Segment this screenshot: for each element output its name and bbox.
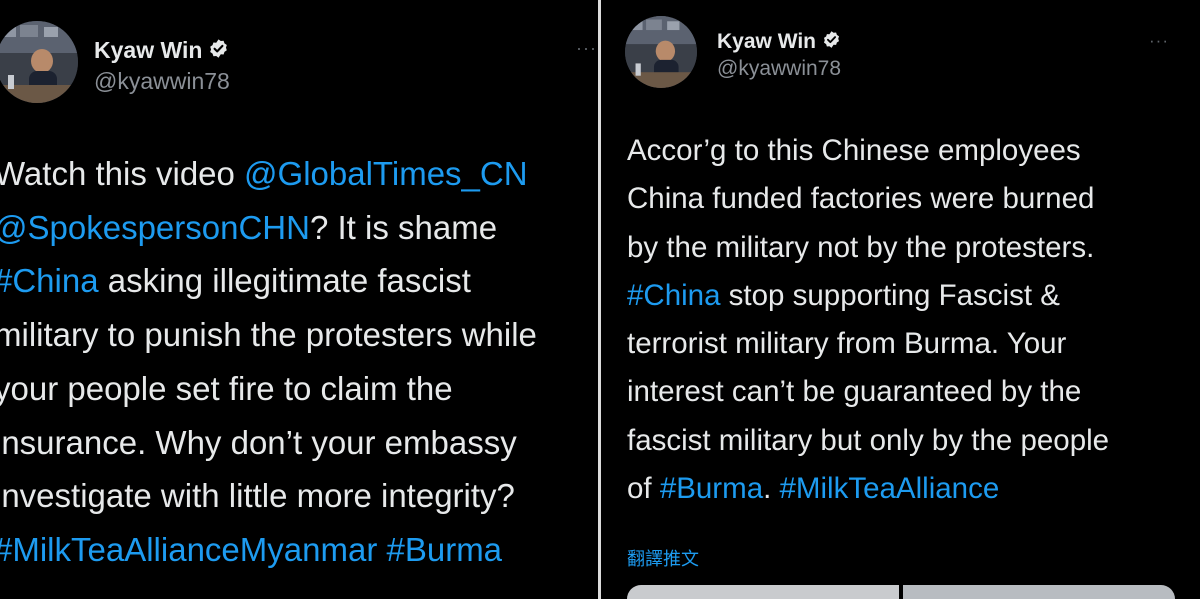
hashtag-link[interactable]: #China — [0, 262, 99, 299]
avatar[interactable] — [0, 21, 78, 103]
translate-tweet-link[interactable]: 翻譯推文 — [627, 545, 699, 571]
media-image[interactable] — [627, 585, 899, 599]
tweet-text-line: China funded factories were burned — [627, 175, 1109, 223]
tweet-text-line: #China stop supporting Fascist & — [627, 272, 1109, 320]
mention-link[interactable]: @GlobalTimes_CN — [244, 155, 528, 192]
tweet-text-segment: terrorist military from Burma. Your — [627, 327, 1067, 361]
tweet-text-segment: fascist military but only by the people — [627, 423, 1110, 457]
tweet-text-segment: investigate with little more integrity? — [0, 477, 515, 515]
author-handle[interactable]: @kyawwin78 — [94, 68, 230, 95]
tweet-text-line: #China asking illegitimate fascist — [0, 254, 537, 308]
tweet-text-line: @SpokespersonCHN? It is shame — [0, 201, 537, 255]
more-options-icon[interactable]: ··· — [1149, 31, 1169, 51]
tweet-text-segment: . — [763, 472, 780, 506]
hashtag-link[interactable]: #MilkTeaAllianceMyanmar — [0, 531, 377, 568]
tweet-text-segment: stop supporting Fascist & — [720, 278, 1060, 312]
tweet-text-line: investigate with little more integrity? — [0, 469, 537, 523]
tweet-text-line: interest can’t be guaranteed by the — [627, 368, 1109, 416]
author-name-row: Kyaw Win — [94, 37, 229, 64]
author-name-row: Kyaw Win — [717, 30, 841, 54]
hashtag-link[interactable]: #Burma — [660, 472, 763, 505]
tweet-text-segment: asking illegitimate fascist — [98, 262, 471, 300]
mention-link[interactable]: @SpokespersonCHN — [0, 209, 310, 246]
tweet-text-segment: military to punish the protesters while — [0, 316, 537, 354]
tweet-text-line: military to punish the protesters while — [0, 308, 537, 362]
verified-badge-icon — [822, 30, 841, 54]
tweet-text-segment: of — [627, 472, 660, 506]
more-options-icon[interactable]: ··· — [576, 38, 597, 59]
author-name[interactable]: Kyaw Win — [717, 30, 816, 54]
tweet-text-segment: China funded factories were burned — [627, 182, 1095, 216]
tweet-card-right: Kyaw Win @kyawwin78 ··· Accor’g to this … — [601, 0, 1200, 599]
tweet-text-line: #MilkTeaAllianceMyanmar #Burma — [0, 523, 537, 577]
tweet-text: Accor’g to this Chinese employees China f… — [627, 127, 1109, 513]
tweet-text-line: insurance. Why don’t your embassy — [0, 416, 537, 470]
avatar[interactable] — [625, 16, 697, 88]
avatar-photo — [0, 21, 78, 103]
media-image[interactable] — [903, 585, 1175, 599]
tweet-text: Watch this video @GlobalTimes_CN @Spokesp… — [0, 147, 537, 577]
tweet-text-line: terrorist military from Burma. Your — [627, 320, 1109, 368]
tweet-text-line: your people set fire to claim the — [0, 362, 537, 416]
tweet-text-segment: Watch this video — [0, 155, 245, 192]
tweet-text-line: Watch this video @GlobalTimes_CN — [0, 147, 537, 201]
tweet-text-line: Accor’g to this Chinese employees — [627, 127, 1109, 175]
tweet-text-line: by the military not by the protesters. — [627, 224, 1109, 272]
hashtag-link[interactable]: #China — [627, 279, 720, 312]
tweet-text-segment: interest can’t be guaranteed by the — [627, 375, 1082, 409]
author-name[interactable]: Kyaw Win — [94, 37, 202, 64]
tweet-text-segment: insurance. Why don’t your embassy — [0, 423, 517, 461]
tweet-text-line: of #Burma. #MilkTeaAlliance — [627, 465, 1109, 513]
verified-badge-icon — [208, 38, 229, 64]
tweet-text-segment: ? It is shame — [309, 208, 498, 246]
tweet-text-line: fascist military but only by the people — [627, 417, 1109, 465]
tweet-text-segment: your people set fire to claim the — [0, 369, 453, 407]
avatar-photo — [625, 16, 697, 88]
hashtag-link[interactable]: #Burma — [386, 531, 502, 568]
tweet-text-segment: by the military not by the protesters. — [627, 230, 1095, 264]
hashtag-link[interactable]: #MilkTeaAlliance — [780, 472, 1000, 505]
tweet-card-left: Kyaw Win @kyawwin78 ··· Watch this video… — [0, 0, 598, 599]
author-handle[interactable]: @kyawwin78 — [717, 57, 841, 81]
tweet-text-segment: Accor’g to this Chinese employees — [627, 134, 1081, 167]
